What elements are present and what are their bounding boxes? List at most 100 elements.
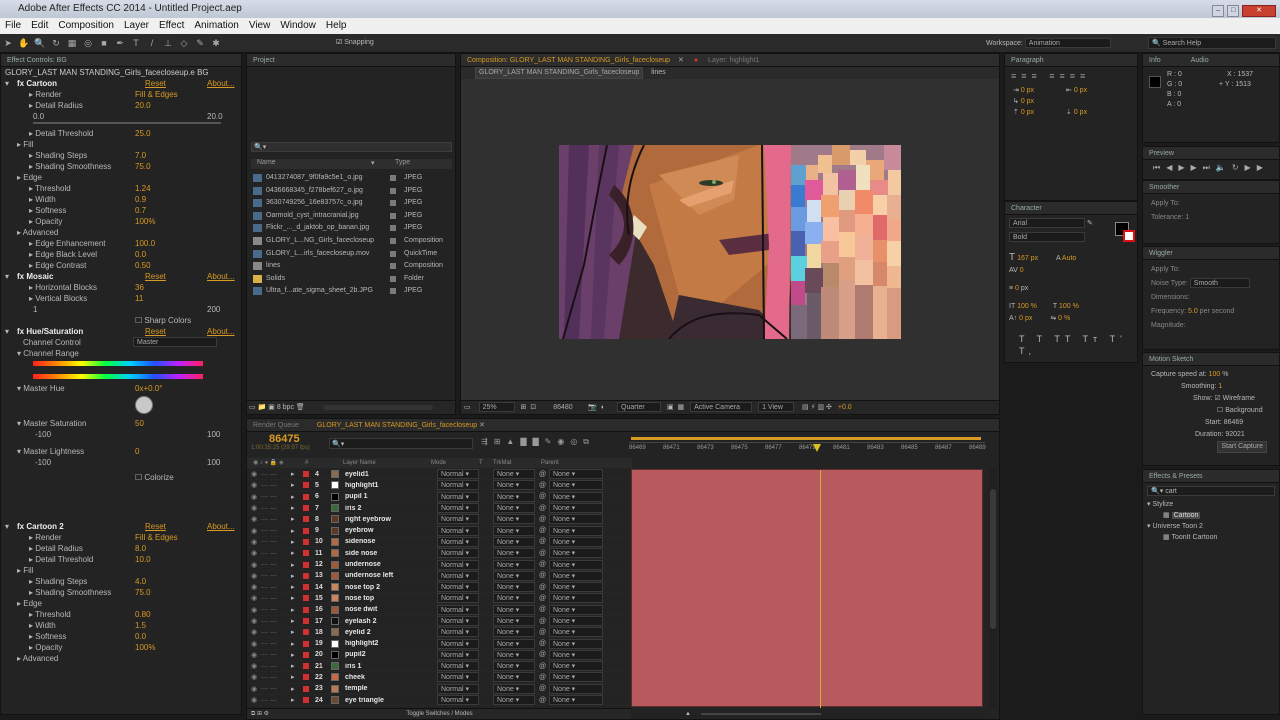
trkmat-dropdown[interactable]: None ▾	[493, 514, 535, 525]
pan-behind-tool-icon[interactable]: ◎	[82, 37, 94, 49]
layer-mode-dropdown[interactable]: Normal ▾	[437, 638, 479, 649]
category-stylize[interactable]: ▾ Stylize	[1147, 499, 1279, 510]
indent-right-value[interactable]: 0 px	[1074, 87, 1087, 94]
fx-param-expand-icon[interactable]: ▸	[17, 140, 21, 149]
prev-frame-icon[interactable]: ◀	[1166, 163, 1178, 172]
layer-name[interactable]: nose top 2	[345, 584, 437, 591]
fx-header[interactable]: ▾ fx Hue/Saturation Reset About...	[1, 326, 241, 337]
visibility-eye-icon[interactable]: ◉	[247, 538, 261, 546]
fx-about-link[interactable]: About...	[145, 271, 235, 282]
fx-param-expand-icon[interactable]: ▸	[17, 654, 21, 663]
grid-icon[interactable]: ⊡	[530, 404, 536, 411]
fx-param-expand-icon[interactable]: ▸	[29, 239, 33, 248]
safe-margins-icon[interactable]: ⊞	[521, 404, 527, 411]
parent-dropdown[interactable]: None ▾	[549, 503, 603, 514]
timeline-layer-row[interactable]: ◉ — — ▸ 5 highlight1 Normal ▾ None ▾ @ N…	[247, 480, 632, 492]
layer-mode-dropdown[interactable]: Normal ▾	[437, 649, 479, 660]
tab-render-queue[interactable]: Render Queue	[253, 422, 299, 429]
parent-dropdown[interactable]: None ▾	[549, 469, 603, 480]
visibility-eye-icon[interactable]: ◉	[247, 504, 261, 512]
tab-paragraph[interactable]: Paragraph	[1005, 54, 1137, 67]
layer-mode-dropdown[interactable]: Normal ▾	[437, 672, 479, 683]
parent-pickwhip-icon[interactable]: @	[539, 595, 549, 602]
fx-reset-link[interactable]: Reset	[75, 326, 166, 337]
timeline-layer-row[interactable]: ◉ — — ▸ 6 pupil 1 Normal ▾ None ▾ @ None…	[247, 491, 632, 503]
fx-param-expand-icon[interactable]: ▸	[29, 621, 33, 630]
layer-label-color[interactable]	[303, 651, 309, 658]
fx-header[interactable]: ▾ fx Cartoon 2 Reset About...	[1, 521, 241, 532]
fx-param-expand-icon[interactable]: ▸	[17, 599, 21, 608]
layer-label-color[interactable]	[303, 493, 309, 500]
timeline-layer-row[interactable]: ◉ — — ▸ 9 eyebrow Normal ▾ None ▾ @ None…	[247, 525, 632, 537]
fx-param-expand-icon[interactable]: ▸	[17, 228, 21, 237]
ram-preview-icon[interactable]: ▶▶	[1245, 163, 1269, 172]
parent-pickwhip-icon[interactable]: @	[539, 584, 549, 591]
layer-mode-dropdown[interactable]: Normal ▾	[437, 661, 479, 672]
layer-switches[interactable]: — —	[261, 674, 291, 681]
layer-name[interactable]: eyelid1	[345, 471, 437, 478]
project-scrollbar[interactable]	[323, 405, 433, 410]
layer-label-color[interactable]	[303, 595, 309, 602]
label-color-swatch[interactable]	[390, 212, 396, 219]
menu-help[interactable]: Help	[321, 18, 352, 34]
fx-param-value[interactable]: 75.0	[135, 161, 151, 172]
zoom-tool-icon[interactable]: 🔍	[34, 37, 46, 49]
timeline-switch-icons[interactable]: ⇶⊞▲▇▇✎◉◎⧉	[481, 437, 595, 447]
tab-layer[interactable]: Layer: highlight1	[708, 57, 759, 64]
layer-mode-dropdown[interactable]: Normal ▾	[437, 559, 479, 570]
timeline-layer-row[interactable]: ◉ — — ▸ 12 undernose Normal ▾ None ▾ @ N…	[247, 559, 632, 571]
expand-layer-icon[interactable]: ▸	[291, 617, 303, 625]
layer-name[interactable]: pupil2	[345, 651, 437, 658]
layer-label-color[interactable]	[303, 606, 309, 613]
menu-layer[interactable]: Layer	[119, 18, 154, 34]
layer-name[interactable]: side nose	[345, 550, 437, 557]
layer-switches[interactable]: — —	[261, 471, 291, 478]
timeline-layer-row[interactable]: ◉ — — ▸ 18 eyelid 2 Normal ▾ None ▾ @ No…	[247, 627, 632, 639]
timeline-layer-row[interactable]: ◉ — — ▸ 23 temple Normal ▾ None ▾ @ None…	[247, 683, 632, 695]
visibility-eye-icon[interactable]: ◉	[247, 583, 261, 591]
workspace-dropdown[interactable]: Animation	[1024, 38, 1111, 48]
parent-dropdown[interactable]: None ▾	[549, 593, 603, 604]
snapping-toggle[interactable]: ☑ Snapping	[336, 38, 374, 46]
parent-pickwhip-icon[interactable]: @	[539, 550, 549, 557]
font-family-dropdown[interactable]: Arial	[1009, 218, 1085, 228]
horizontal-scale-value[interactable]: 100 %	[1059, 303, 1079, 310]
layer-label-color[interactable]	[303, 538, 309, 545]
layer-mode-dropdown[interactable]: Normal ▾	[437, 548, 479, 559]
parent-pickwhip-icon[interactable]: @	[539, 561, 549, 568]
trkmat-dropdown[interactable]: None ▾	[493, 683, 535, 694]
fx-param-expand-icon[interactable]: ▸	[29, 206, 33, 215]
parent-pickwhip-icon[interactable]: @	[539, 606, 549, 613]
layer-label-color[interactable]	[303, 482, 309, 489]
project-item[interactable]: 3630749256_16e83757c_o.jpg JPEG	[253, 197, 451, 210]
fx-param-value[interactable]: 8.0	[135, 543, 146, 554]
new-folder-icon[interactable]: 📁	[258, 404, 267, 411]
layer-name[interactable]: undernose	[345, 561, 437, 568]
layer-name[interactable]: highlight1	[345, 482, 437, 489]
flowchart-icon[interactable]: ✣	[826, 404, 832, 411]
expand-layer-icon[interactable]: ▸	[291, 572, 303, 580]
tab-motion-sketch[interactable]: Motion Sketch	[1143, 353, 1279, 366]
tab-effects-presets[interactable]: Effects & Presets	[1143, 470, 1279, 483]
parent-dropdown[interactable]: None ▾	[549, 627, 603, 638]
fx-toggle-icon[interactable]: ▾	[5, 326, 17, 337]
exposure-value[interactable]: +0.0	[838, 404, 852, 411]
comp-flowchart-icon[interactable]: ⧉ ⊞ ⚙	[251, 709, 269, 719]
fx-title[interactable]: fx Cartoon 2	[17, 521, 75, 532]
project-item[interactable]: Ultra_f...ate_sigma_sheet_2b.JPG JPEG	[253, 285, 451, 298]
layer-name[interactable]: iris 2	[345, 505, 437, 512]
label-color-swatch[interactable]	[390, 275, 396, 282]
layer-switches[interactable]: — —	[261, 482, 291, 489]
channel-range-expand-icon[interactable]: ▾	[17, 349, 21, 358]
saturation-range[interactable]: -100 100	[1, 429, 241, 440]
trkmat-dropdown[interactable]: None ▾	[493, 661, 535, 672]
layer-switches[interactable]: — —	[261, 606, 291, 613]
trkmat-dropdown[interactable]: None ▾	[493, 559, 535, 570]
timeline-layer-row[interactable]: ◉ — — ▸ 21 iris 1 Normal ▾ None ▾ @ None…	[247, 661, 632, 673]
fx-header[interactable]: ▾ fx Mosaic Reset About...	[1, 271, 241, 282]
timeline-layer-row[interactable]: ◉ — — ▸ 10 sidenose Normal ▾ None ▾ @ No…	[247, 536, 632, 549]
trkmat-dropdown[interactable]: None ▾	[493, 491, 535, 502]
show-channel-icon[interactable]: ◐	[601, 404, 605, 411]
fx-param-expand-icon[interactable]: ▸	[29, 151, 33, 160]
parent-dropdown[interactable]: None ▾	[549, 491, 603, 502]
